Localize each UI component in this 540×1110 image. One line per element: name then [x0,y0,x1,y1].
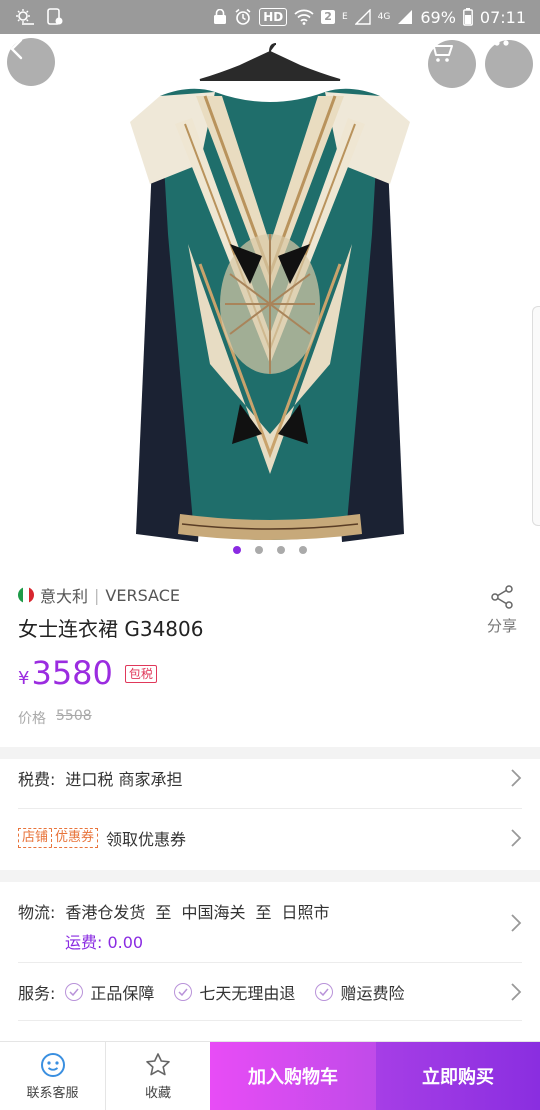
battery-icon [462,8,473,26]
hd-badge: HD [259,8,288,26]
origin-brand-line: 意大利 | VERSACE [18,583,180,607]
section-separator [0,747,540,759]
original-price-line: 价格 5508 [18,708,92,728]
status-bar: HD 2 E 4G 69% 07:11 [0,0,540,34]
more-icon [485,40,509,46]
favorite-label: 收藏 [144,1085,171,1101]
shipping-fee: 运费: 0.00 [65,933,144,952]
tax-included-badge: 包税 [124,665,157,683]
chevron-right-icon [511,829,522,847]
chevron-right-icon [511,983,522,1001]
chevron-right-icon [511,769,522,787]
italy-flag-icon [18,587,34,603]
screenshot-icon [46,8,64,26]
section-separator [0,870,540,882]
network-type-e: E [341,12,348,22]
carousel-dot[interactable] [277,546,285,554]
brand-name[interactable]: VERSACE [105,586,180,605]
logistics-label: 物流: [18,903,56,922]
check-icon [65,983,84,1001]
more-button[interactable] [485,40,533,88]
coupon-row[interactable]: 店铺 优惠券 领取优惠券 [18,826,522,850]
side-drawer-handle[interactable] [532,306,540,526]
battery-percent: 69% [420,7,456,27]
share-icon [491,585,513,609]
ship-from: 香港仓发货 [65,903,146,922]
origin-country: 意大利 [40,587,89,606]
signal-full-icon [397,9,413,25]
share-button[interactable]: 分享 [484,585,520,636]
sim-badge: 2 [321,10,335,24]
customer-service-icon [40,1052,65,1077]
share-label: 分享 [486,617,517,635]
service-item: 赠运费险 [315,980,404,1004]
weather-icon [14,8,36,26]
back-arrow-icon [10,38,23,60]
lock-icon [213,9,227,25]
coupon-tag-coupon: 优惠券 [51,829,97,847]
check-icon [315,983,334,1001]
tax-label: 税费: [18,770,56,789]
chevron-right-icon [511,914,522,932]
logistics-row[interactable]: 物流: 香港仓发货 至 中国海关 至 日照市 运费: 0.00 [18,899,522,953]
customer-service-label: 联系客服 [26,1085,79,1101]
add-to-cart-button[interactable]: 加入购物车 [210,1042,376,1110]
carousel-indicator [0,546,540,554]
back-button[interactable] [7,38,55,86]
carousel-dot[interactable] [255,546,263,554]
original-price-label: 价格 [18,711,46,727]
service-row[interactable]: 服务: 正品保障 七天无理由退 赠运费险 [18,980,522,1004]
clock: 07:11 [479,7,526,27]
product-title: 女士连衣裙 G34806 [18,617,204,641]
coupon-tag: 店铺 优惠券 [18,828,99,848]
destination-city: 日照市 [281,903,330,922]
price: 3580 [31,654,113,692]
coupon-text: 领取优惠券 [106,830,187,849]
cart-button[interactable] [428,40,476,88]
currency-symbol: ¥ [18,668,30,689]
cart-icon [429,42,453,62]
tax-row[interactable]: 税费: 进口税 商家承担 [18,766,522,790]
wifi-icon [294,9,314,25]
service-item: 七天无理由退 [174,980,295,1004]
divider [18,962,522,963]
to-word: 至 [255,903,272,922]
brand-separator: | [94,585,100,605]
check-icon [174,983,193,1001]
tax-value: 进口税 商家承担 [65,770,183,789]
carousel-dot[interactable] [299,546,307,554]
product-image-carousel[interactable] [0,34,540,570]
customer-service-button[interactable]: 联系客服 [0,1042,105,1110]
star-icon [146,1052,170,1075]
to-word: 至 [155,903,172,922]
divider [18,1020,522,1021]
carousel-dot[interactable] [233,546,241,554]
service-label: 服务: [18,984,56,1003]
original-price: 5508 [56,708,92,724]
coupon-tag-store: 店铺 [22,830,49,845]
buy-now-button[interactable]: 立即购买 [376,1042,540,1110]
customs: 中国海关 [181,903,246,922]
alarm-icon [234,8,252,26]
network-type-4g: 4G [377,12,391,22]
bottom-action-bar: 联系客服 收藏 加入购物车 立即购买 [0,1041,540,1110]
divider [18,808,522,809]
price-line: ¥ 3580 包税 [18,654,157,692]
service-item: 正品保障 [65,980,154,1004]
dress-image [130,43,410,542]
favorite-button[interactable]: 收藏 [105,1042,210,1110]
signal-icon [354,9,371,25]
